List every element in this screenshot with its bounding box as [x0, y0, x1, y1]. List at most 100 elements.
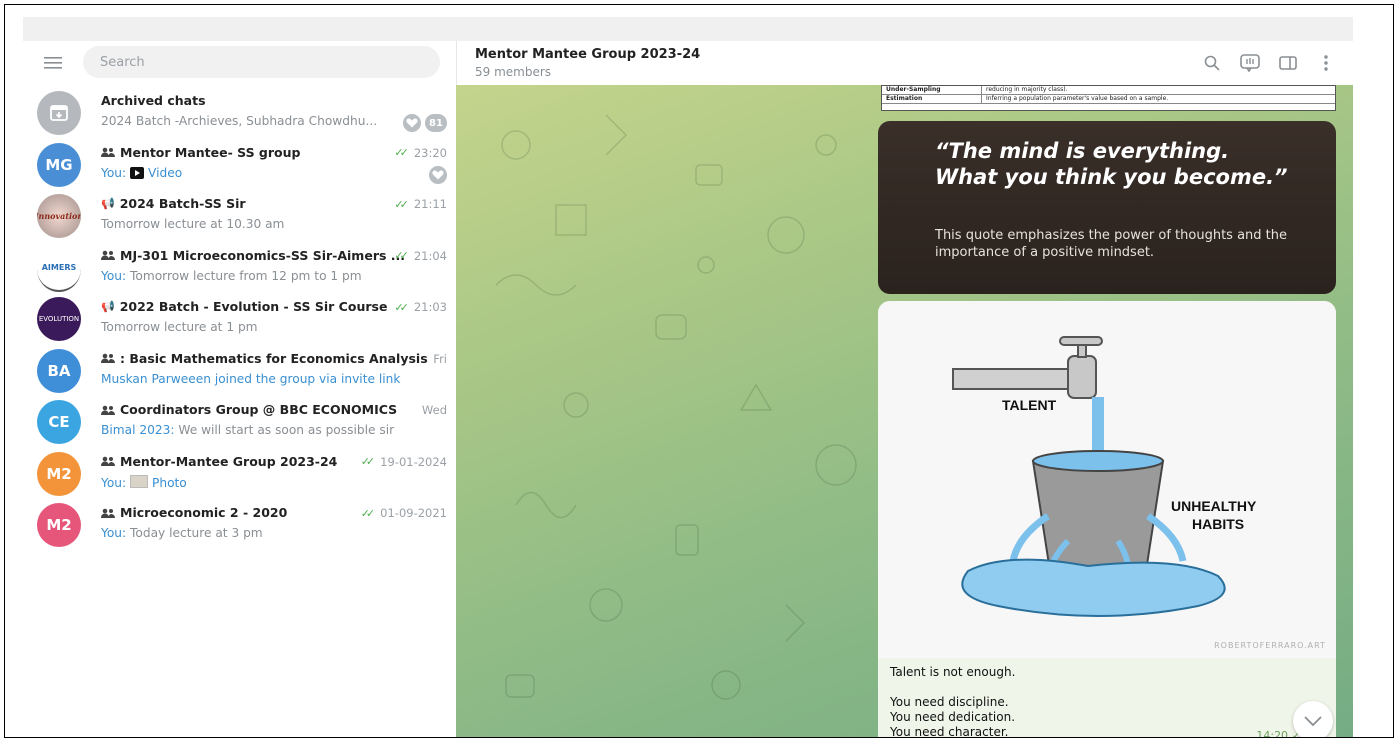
quote-image-message[interactable]: “The mind is everything. What you think … [878, 121, 1336, 294]
image-credit: ROBERTOFERRARO.ART [1214, 641, 1326, 650]
chat-title: Mentor-Mantee Group 2023-24 [101, 454, 337, 469]
chat-background: Under-Sampling reducing in majority class… [456, 85, 1353, 737]
avatar: Innovation [37, 194, 81, 238]
chat-list: Archived chats 2024 Batch -Archieves, Su… [23, 87, 455, 551]
group-icon [101, 405, 115, 415]
archive-icon [50, 105, 68, 121]
heart-icon [429, 165, 447, 184]
quote-description: This quote emphasizes the power of thoug… [935, 228, 1287, 260]
chat-title: Microeconomic 2 - 2020 [101, 505, 287, 520]
avatar: MG [37, 142, 81, 187]
chat-preview: 2024 Batch -Archieves, Subhadra Chowdhu.… [101, 114, 378, 128]
chat-time: Wed [421, 403, 447, 417]
title-strip [23, 17, 1353, 41]
chat-time: ✓✓ 21:03 [394, 300, 447, 314]
avatar: M2 [37, 503, 81, 547]
chat-item-archived[interactable]: Archived chats 2024 Batch -Archieves, Su… [23, 87, 455, 139]
double-check-icon: ✓✓ [394, 146, 409, 159]
habits-label-1: UNHEALTHY [1171, 498, 1257, 514]
video-icon [130, 166, 144, 179]
badges: 81 [403, 114, 447, 132]
avatar: BA [37, 348, 81, 393]
chat-panel: Mentor Mantee Group 2023-24 59 members U… [456, 41, 1353, 737]
table-image-snippet: Under-Sampling reducing in majority class… [881, 85, 1336, 111]
chat-preview: Tomorrow lecture at 10.30 am [101, 217, 285, 231]
chat-title: 📢 2022 Batch - Evolution - SS Sir Course [101, 299, 388, 314]
photo-image[interactable]: TALENT UNHEALTHY HABITS ROBERTOFERRARO.A… [878, 301, 1336, 658]
group-icon [101, 456, 115, 466]
double-check-icon: ✓✓ [394, 197, 409, 211]
group-icon [101, 250, 115, 260]
quote-text: “The mind is everything. What you think … [935, 139, 1288, 189]
chat-sidebar: Archived chats 2024 Batch -Archieves, Su… [23, 41, 455, 737]
chat-preview: You: Tomorrow lecture from 12 pm to 1 pm [101, 268, 362, 283]
chat-title: MJ-301 Microeconomics-SS Sir-Aimers ... [101, 248, 405, 263]
telegram-app: Archived chats 2024 Batch -Archieves, Su… [23, 41, 1353, 737]
chat-item-2024-batch[interactable]: Innovation 📢 2024 Batch-SS Sir ✓✓ 21:11 To… [23, 190, 455, 242]
chat-item-mentor-mantee-2023[interactable]: M2 Mentor-Mantee Group 2023-24 ✓✓ 19-01-2… [23, 448, 455, 500]
chat-header[interactable]: Mentor Mantee Group 2023-24 59 members [456, 41, 1353, 85]
photo-thumbnail-icon [130, 474, 148, 488]
talent-label: TALENT [1002, 397, 1057, 413]
chat-title: Coordinators Group @ BBC ECONOMICS [101, 402, 397, 417]
more-vertical-icon [1324, 55, 1328, 71]
talent-bucket-illustration: TALENT UNHEALTHY HABITS [952, 336, 1257, 617]
avatar: AIMERS [37, 245, 81, 292]
sidebar-toggle-button[interactable] [1278, 53, 1298, 73]
chat-time: ✓✓ 01-09-2021 [360, 506, 447, 520]
avatar [37, 91, 81, 135]
header-actions [1202, 53, 1336, 73]
panel-icon [1279, 56, 1297, 70]
group-icon [101, 508, 115, 518]
avatar: CE [37, 400, 81, 444]
member-count: 59 members [475, 65, 552, 79]
chat-item-microeconomic-2[interactable]: M2 Microeconomic 2 - 2020 ✓✓ 01-09-2021 Y… [23, 499, 455, 551]
live-stream-icon [1240, 54, 1260, 72]
chat-time: ✓✓ 21:11 [394, 197, 447, 211]
habits-label-2: HABITS [1192, 516, 1244, 532]
megaphone-icon: 📢 [101, 300, 115, 313]
search-icon [1204, 55, 1220, 71]
group-icon [101, 147, 115, 157]
chat-time: ✓✓ 21:04 [394, 248, 447, 263]
chat-title: Archived chats [101, 93, 206, 108]
chat-preview: Bimal 2023: We will start as soon as pos… [101, 423, 395, 437]
chevron-down-icon [1304, 716, 1322, 726]
more-options-button[interactable] [1316, 53, 1336, 73]
chat-time: ✓✓ 19-01-2024 [360, 454, 447, 469]
avatar: EVOLUTION [37, 297, 81, 341]
hamburger-icon [44, 57, 62, 69]
chat-title: 📢 2024 Batch-SS Sir [101, 196, 246, 211]
chat-item-basic-math[interactable]: BA : Basic Mathematics for Economics Ana… [23, 345, 455, 397]
window-frame: Archived chats 2024 Batch -Archieves, Su… [4, 4, 1394, 738]
chat-item-mentor-mantee-ss[interactable]: MG Mentor Mantee- SS group ✓✓ 23:20 You: … [23, 139, 455, 191]
chat-preview: You: Photo [101, 474, 187, 490]
chat-item-coordinators[interactable]: CE Coordinators Group @ BBC ECONOMICS We… [23, 396, 455, 448]
chat-title: Mentor Mantee- SS group [101, 145, 300, 160]
chat-title: : Basic Mathematics for Economics Analys… [101, 351, 428, 366]
chat-preview: You: Video [101, 165, 183, 180]
hamburger-menu-button[interactable] [23, 41, 83, 85]
avatar: M2 [37, 451, 81, 496]
chat-item-mj301[interactable]: AIMERS MJ-301 Microeconomics-SS Sir-Aime… [23, 242, 455, 294]
double-check-icon: ✓✓ [360, 506, 376, 520]
badges [429, 165, 447, 184]
chat-time: Fri [433, 351, 447, 366]
caption-line: Talent is not enough. [890, 665, 1016, 679]
chat-preview: Tomorrow lecture at 1 pm [101, 320, 258, 334]
chat-preview: You: Today lecture at 3 pm [101, 526, 263, 540]
search-input[interactable] [83, 46, 440, 78]
chat-preview: Muskan Parweeen joined the group via inv… [101, 371, 401, 386]
double-check-icon: ✓✓ [360, 455, 376, 468]
double-check-icon: ✓✓ [394, 249, 409, 262]
chat-item-2022-batch[interactable]: EVOLUTION 📢 2022 Batch - Evolution - SS S… [23, 293, 455, 345]
search-button[interactable] [1202, 53, 1222, 73]
caption-line: You need dedication. [890, 710, 1016, 724]
megaphone-icon: 📢 [101, 197, 115, 210]
heart-icon [403, 114, 421, 132]
scroll-to-bottom-button[interactable] [1293, 701, 1333, 737]
chat-title[interactable]: Mentor Mantee Group 2023-24 [475, 47, 700, 62]
video-chat-button[interactable] [1240, 53, 1260, 73]
photo-message[interactable]: TALENT UNHEALTHY HABITS ROBERTOFERRARO.A… [878, 301, 1336, 737]
photo-caption: Talent is not enough. You need disciplin… [890, 665, 1016, 737]
